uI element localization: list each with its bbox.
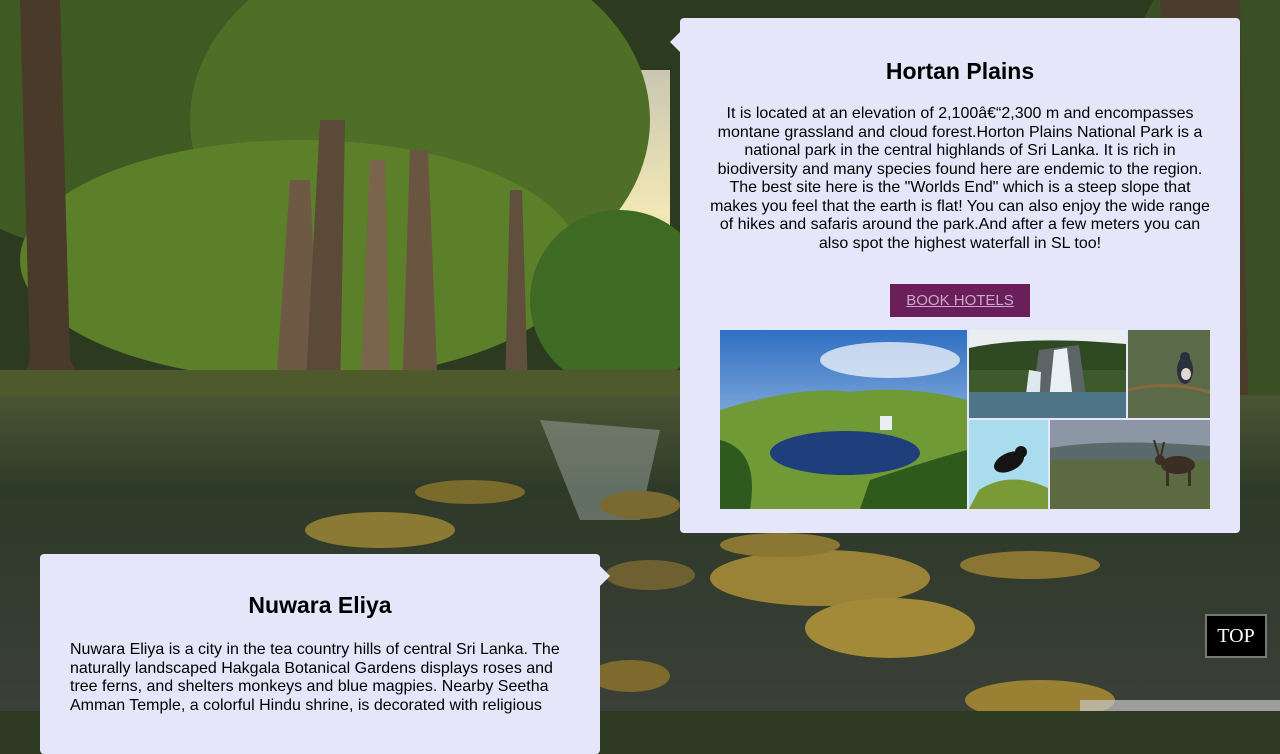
hortan-plains-description: It is located at an elevation of 2,100â€… bbox=[710, 105, 1210, 252]
scroll-to-top-button[interactable]: TOP bbox=[1205, 614, 1267, 658]
blackbird-photo bbox=[969, 420, 1048, 509]
hortan-plains-photo-collage bbox=[720, 330, 1210, 509]
nuwara-eliya-title: Nuwara Eliya bbox=[248, 592, 392, 618]
nuwara-eliya-card: Nuwara Eliya Nuwara Eliya is a city in t… bbox=[40, 554, 610, 754]
waterfall-photo bbox=[969, 330, 1126, 418]
landscape-lake-photo bbox=[720, 330, 967, 509]
sambar-deer-photo bbox=[1050, 420, 1210, 509]
bird-on-branch-photo bbox=[1128, 330, 1210, 418]
hortan-plains-card: Hortan Plains It is located at an elevat… bbox=[670, 18, 1240, 533]
book-hotels-button[interactable]: BOOK HOTELS bbox=[890, 284, 1030, 317]
hortan-plains-title: Hortan Plains bbox=[885, 58, 1035, 84]
nuwara-eliya-description: Nuwara Eliya is a city in the tea countr… bbox=[70, 641, 560, 714]
